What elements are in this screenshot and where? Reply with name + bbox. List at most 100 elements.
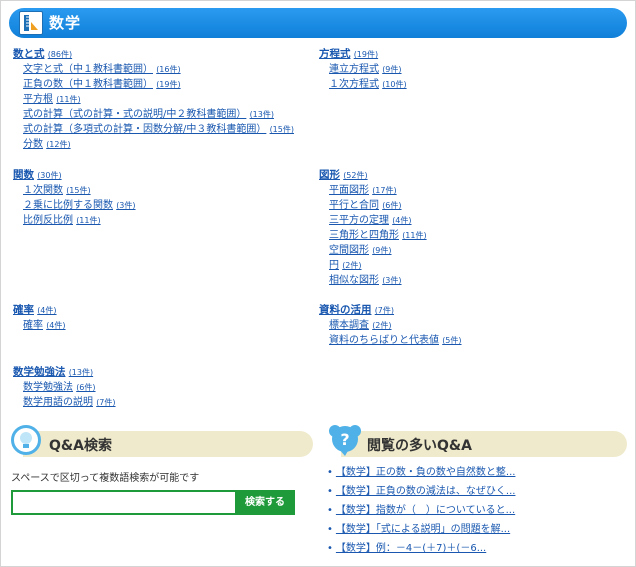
category-count[interactable]: (4件) [37, 306, 56, 315]
subcategory-item: 数学勉強法 (6件) [23, 380, 116, 395]
category-title[interactable]: 数と式 [13, 48, 45, 60]
popular-qa-link[interactable]: 【数学】例：－4－(＋7)＋(－6... [336, 543, 486, 554]
subcategory-link[interactable]: 相似な図形 [329, 275, 379, 286]
bullet-icon: • [327, 524, 333, 535]
subcategory-count[interactable]: (15件) [66, 186, 90, 195]
popular-qa-item: • 【数学】正の数・負の数や自然数と整... [327, 463, 515, 482]
lightbulb-icon [11, 425, 41, 455]
category-title[interactable]: 確率 [13, 304, 34, 316]
subcategory-link[interactable]: 式の計算（式の計算・式の説明/中２教科書範囲） [23, 109, 246, 120]
subcategory-count[interactable]: (17件) [372, 186, 396, 195]
category-title[interactable]: 方程式 [319, 48, 351, 60]
question-bubble-icon: ? [327, 425, 363, 456]
subcategory-item: 空間図形 (9件) [329, 243, 427, 258]
category-group-study-methods: 数学勉強法 (13件) 数学勉強法 (6件) 数学用語の説明 (7件) [13, 365, 116, 410]
popular-qa-link[interactable]: 【数学】正負の数の減法は、なぜひく... [336, 486, 516, 497]
category-count[interactable]: (13件) [69, 368, 93, 377]
subcategory-item: 三平方の定理 (4件) [329, 213, 427, 228]
subcategory-item: 平方根 (11件) [23, 92, 294, 107]
subcategory-count[interactable]: (3件) [116, 201, 135, 210]
category-count[interactable]: (52件) [343, 171, 367, 180]
qa-search-input[interactable] [11, 490, 235, 515]
popular-qa-link[interactable]: 【数学】正の数・負の数や自然数と整... [336, 467, 516, 478]
category-count[interactable]: (7件) [375, 306, 394, 315]
category-group-geometry: 図形 (52件) 平面図形 (17件) 平行と合同 (6件) 三平方の定理 (4… [319, 168, 427, 288]
subcategory-item: 式の計算（多項式の計算・因数分解/中３教科書範囲） (15件) [23, 122, 294, 137]
subcategory-count[interactable]: (11件) [56, 95, 80, 104]
subcategory-link[interactable]: 空間図形 [329, 245, 369, 256]
category-group-equations: 方程式 (19件) 連立方程式 (9件) １次方程式 (10件) [319, 47, 407, 92]
subcategory-link[interactable]: 資料のちらばりと代表値 [329, 335, 439, 346]
subcategory-item: 円 (2件) [329, 258, 427, 273]
subcategory-link[interactable]: 確率 [23, 320, 43, 331]
category-group-functions: 関数 (30件) １次関数 (15件) ２乗に比例する関数 (3件) 比例反比例… [13, 168, 136, 228]
subcategory-count[interactable]: (9件) [382, 65, 401, 74]
subcategory-count[interactable]: (12件) [46, 140, 70, 149]
subcategory-link[interactable]: 式の計算（多項式の計算・因数分解/中３教科書範囲） [23, 124, 266, 135]
subcategory-link[interactable]: １次関数 [23, 185, 63, 196]
subcategory-count[interactable]: (11件) [76, 216, 100, 225]
popular-qa-list: • 【数学】正の数・負の数や自然数と整... • 【数学】正負の数の減法は、なぜひく… [327, 463, 515, 558]
category-title[interactable]: 関数 [13, 169, 34, 181]
subcategory-link[interactable]: ２乗に比例する関数 [23, 200, 113, 211]
svg-text:?: ? [340, 430, 349, 449]
subcategory-link[interactable]: 数学用語の説明 [23, 397, 93, 408]
subcategory-item: 確率 (4件) [23, 318, 66, 333]
subcategory-item: 比例反比例 (11件) [23, 213, 136, 228]
subcategory-link[interactable]: 三平方の定理 [329, 215, 389, 226]
subcategory-count[interactable]: (15件) [270, 125, 294, 134]
subcategory-item: 三角形と四角形 (11件) [329, 228, 427, 243]
subcategory-item: 分数 (12件) [23, 137, 294, 152]
qa-search-button[interactable]: 検索する [235, 490, 295, 515]
subcategory-item: 式の計算（式の計算・式の説明/中２教科書範囲） (13件) [23, 107, 294, 122]
subcategory-count[interactable]: (2件) [342, 261, 361, 270]
subcategory-link[interactable]: 正負の数（中１教科書範囲） [23, 79, 153, 90]
subcategory-link[interactable]: 連立方程式 [329, 64, 379, 75]
subcategory-count[interactable]: (4件) [392, 216, 411, 225]
popular-qa-item: • 【数学】例：－4－(＋7)＋(－6... [327, 539, 515, 558]
subcategory-count[interactable]: (3件) [382, 276, 401, 285]
page-frame: 数学 数と式 (86件) 文字と式（中１教科書範囲） (16件) 正負の数（中１… [0, 0, 636, 567]
category-count[interactable]: (30件) [37, 171, 61, 180]
subcategory-count[interactable]: (7件) [96, 398, 115, 407]
category-title[interactable]: 数学勉強法 [13, 366, 66, 378]
subcategory-count[interactable]: (10件) [382, 80, 406, 89]
subcategory-link[interactable]: 標本調査 [329, 320, 369, 331]
bullet-icon: • [327, 543, 333, 554]
subcategory-count[interactable]: (6件) [76, 383, 95, 392]
subcategory-link[interactable]: 比例反比例 [23, 215, 73, 226]
subcategory-count[interactable]: (16件) [156, 65, 180, 74]
subcategory-item: 数学用語の説明 (7件) [23, 395, 116, 410]
subcategory-count[interactable]: (9件) [372, 246, 391, 255]
subcategory-count[interactable]: (5件) [442, 336, 461, 345]
popular-qa-link[interactable]: 【数学】指数が（ ）についていると... [336, 505, 515, 516]
subcategory-link[interactable]: 平面図形 [329, 185, 369, 196]
subcategory-count[interactable]: (2件) [372, 321, 391, 330]
subcategory-link[interactable]: 数学勉強法 [23, 382, 73, 393]
subcategory-count[interactable]: (4件) [46, 321, 65, 330]
subcategory-item: 文字と式（中１教科書範囲） (16件) [23, 62, 294, 77]
subcategory-link[interactable]: 平方根 [23, 94, 53, 105]
subcategory-item: １次方程式 (10件) [329, 77, 407, 92]
category-group-probability: 確率 (4件) 確率 (4件) [13, 303, 66, 333]
subcategory-count[interactable]: (13件) [250, 110, 274, 119]
category-count[interactable]: (86件) [48, 50, 72, 59]
category-title[interactable]: 資料の活用 [319, 304, 372, 316]
category-title[interactable]: 図形 [319, 169, 340, 181]
bullet-icon: • [327, 467, 333, 478]
category-count[interactable]: (19件) [354, 50, 378, 59]
subcategory-link[interactable]: 円 [329, 260, 339, 271]
subcategory-link[interactable]: 平行と合同 [329, 200, 379, 211]
subcategory-item: 連立方程式 (9件) [329, 62, 407, 77]
subcategory-link[interactable]: 分数 [23, 139, 43, 150]
subcategory-link[interactable]: 三角形と四角形 [329, 230, 399, 241]
subcategory-count[interactable]: (6件) [382, 201, 401, 210]
subcategory-item: 平行と合同 (6件) [329, 198, 427, 213]
subcategory-item: ２乗に比例する関数 (3件) [23, 198, 136, 213]
subcategory-count[interactable]: (11件) [402, 231, 426, 240]
subcategory-link[interactable]: 文字と式（中１教科書範囲） [23, 64, 153, 75]
popular-qa-link[interactable]: 【数学】「式による説明」の問題を解... [336, 524, 510, 535]
subcategory-count[interactable]: (19件) [156, 80, 180, 89]
subcategory-link[interactable]: １次方程式 [329, 79, 379, 90]
popular-qa-title: 閲覧の多いQ&A [367, 438, 472, 454]
